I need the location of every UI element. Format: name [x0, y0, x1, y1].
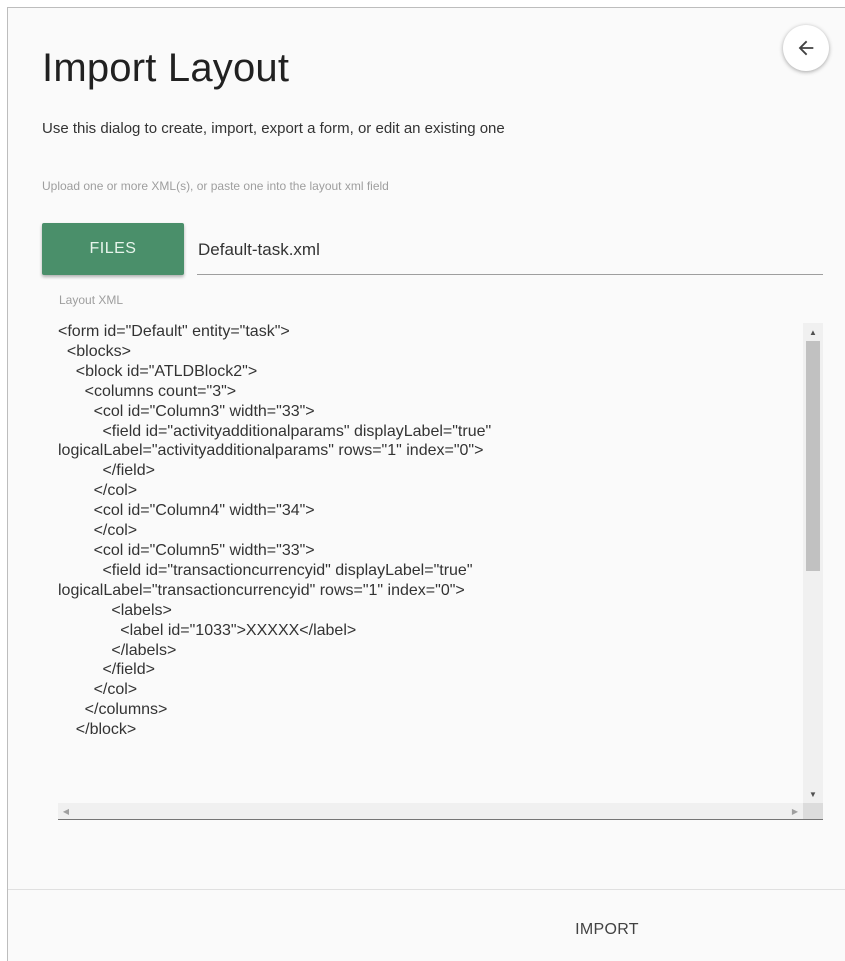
vertical-scrollbar[interactable]: ▲ ▼ [803, 323, 823, 803]
layout-xml-textarea[interactable]: <form id="Default" entity="task"> <block… [58, 314, 823, 820]
import-button[interactable]: IMPORT [538, 910, 676, 950]
layout-xml-content[interactable]: <form id="Default" entity="task"> <block… [58, 322, 798, 802]
upload-hint: Upload one or more XML(s), or paste one … [42, 179, 389, 193]
file-name-value: Default-task.xml [198, 240, 320, 259]
scroll-left-arrow-icon[interactable]: ◀ [58, 803, 74, 819]
scroll-down-arrow-icon[interactable]: ▼ [803, 785, 823, 803]
scroll-up-arrow-icon[interactable]: ▲ [803, 323, 823, 341]
scrollbar-corner [803, 803, 823, 819]
files-button[interactable]: FILES [42, 223, 184, 275]
arrow-left-icon [798, 40, 814, 56]
back-button[interactable] [783, 25, 829, 71]
scroll-right-arrow-icon[interactable]: ▶ [787, 803, 803, 819]
layout-xml-label: Layout XML [59, 293, 124, 307]
horizontal-scrollbar[interactable]: ◀ ▶ [58, 803, 803, 819]
vertical-scroll-thumb[interactable] [806, 341, 820, 571]
file-name-field[interactable]: Default-task.xml [197, 234, 823, 275]
dialog-title: Import Layout [42, 46, 290, 90]
import-layout-dialog: Import Layout Use this dialog to create,… [7, 7, 845, 961]
footer-divider [8, 889, 845, 890]
dialog-subtitle: Use this dialog to create, import, expor… [42, 120, 505, 137]
